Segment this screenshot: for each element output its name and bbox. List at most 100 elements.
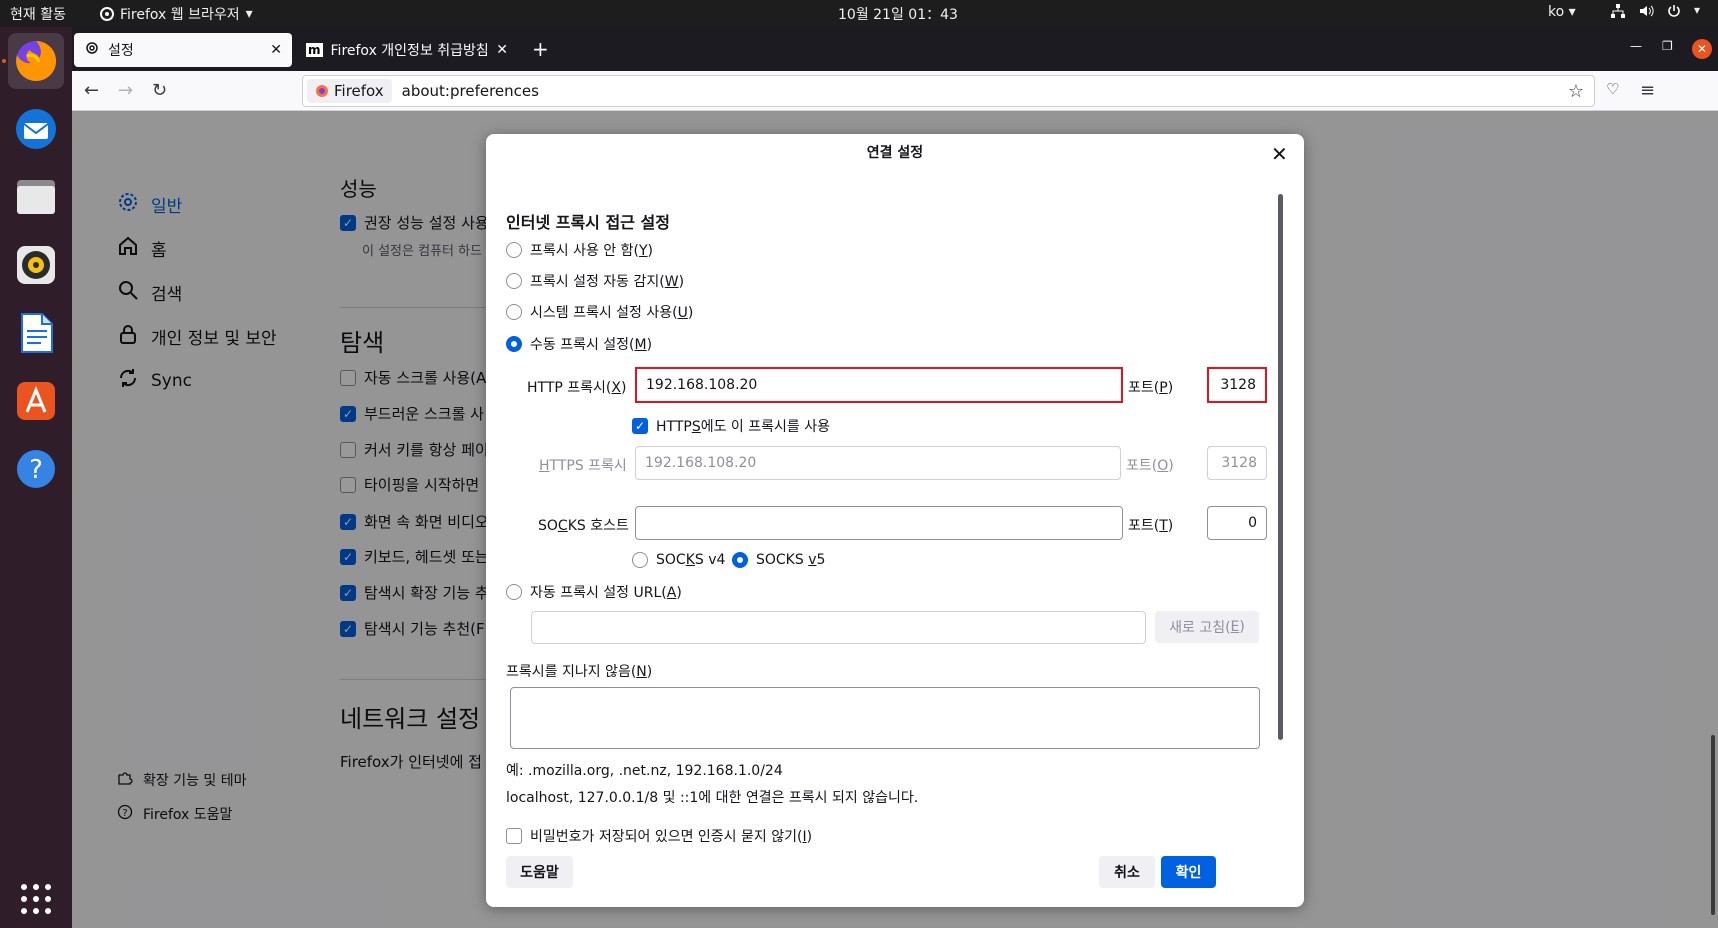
gear-icon: [84, 40, 100, 60]
socks-host-input[interactable]: [635, 506, 1123, 540]
dock-firefox[interactable]: [8, 33, 64, 89]
radio-button[interactable]: [632, 552, 648, 568]
radio-button[interactable]: [506, 273, 522, 289]
checkbox-label: HTTPS에도 이 프록시를 사용: [656, 419, 830, 435]
https-proxy-label: HTTPS 프록시: [539, 458, 627, 474]
pocket-icon[interactable]: ♡: [1606, 80, 1619, 98]
radio-socks-v4[interactable]: SOCKS v4: [632, 552, 725, 568]
chevron-down-icon: ▾: [1694, 3, 1701, 17]
localhost-note: localhost, 127.0.0.1/8 및 ::1에 대한 연결은 프록시…: [506, 790, 919, 806]
url-bar[interactable]: Firefox about:preferences ☆: [302, 75, 1595, 107]
star-icon[interactable]: ☆: [1568, 81, 1584, 102]
radio-button[interactable]: [732, 552, 748, 568]
radio-label: SOCKS v4: [656, 552, 726, 568]
writer-icon: [21, 313, 53, 353]
help-icon: ?: [17, 450, 55, 488]
reload-button[interactable]: ↻: [152, 80, 167, 101]
no-proxy-for-label: 프록시를 지나지 않음(N): [506, 664, 653, 680]
firefox-icon: [16, 40, 57, 81]
dock-writer[interactable]: [8, 305, 64, 361]
dock-app-center[interactable]: [8, 373, 64, 429]
close-icon[interactable]: ✕: [496, 42, 508, 58]
connection-settings-dialog: 연결 설정 ✕ 인터넷 프록시 접근 설정 프록시 사용 안 함(Y) 프록시 …: [486, 134, 1304, 907]
lang-label: ko: [1548, 4, 1565, 20]
use-for-https-checkbox[interactable]: ✓ HTTPS에도 이 프록시를 사용: [632, 416, 830, 436]
back-button[interactable]: ←: [84, 80, 99, 101]
radio-no-proxy[interactable]: 프록시 사용 안 함(Y): [506, 240, 653, 260]
mozilla-icon: m: [306, 43, 323, 57]
checkbox[interactable]: ✓: [632, 418, 648, 434]
socks-port-input[interactable]: 0: [1207, 506, 1267, 540]
no-proxy-for-textarea[interactable]: [510, 687, 1260, 749]
dock-help[interactable]: ?: [8, 441, 64, 497]
radio-auto-detect[interactable]: 프록시 설정 자동 감지(W): [506, 271, 684, 291]
network-icon: [1610, 3, 1626, 23]
radio-label: 시스템 프록시 설정 사용(U): [530, 305, 694, 321]
http-port-input[interactable]: 3128: [1207, 367, 1267, 403]
restore-button[interactable]: ❐: [1662, 39, 1673, 53]
dock-files[interactable]: [8, 169, 64, 225]
radio-label: 수동 프록시 설정(M): [530, 337, 653, 353]
rhythmbox-icon: [17, 246, 55, 284]
socks-host-label: SOCKS 호스트: [538, 518, 629, 534]
checkbox[interactable]: [506, 828, 522, 844]
nav-bar: ← → ↻ Firefox about:preferences ☆ ♡ ≡: [72, 71, 1718, 111]
cancel-button[interactable]: 취소: [1099, 856, 1155, 888]
forward-button[interactable]: →: [118, 80, 133, 101]
system-menu[interactable]: ▾: [1610, 3, 1700, 23]
no-auth-prompt-checkbox[interactable]: 비밀번호가 저장되어 있으면 인증시 묻지 않기(I): [506, 826, 812, 846]
dialog-title: 연결 설정: [866, 145, 924, 161]
page-scrollbar[interactable]: [1711, 735, 1715, 915]
identity-box[interactable]: Firefox: [307, 79, 392, 103]
radio-label: SOCKS v5: [756, 552, 826, 568]
example-note: 예: .mozilla.org, .net.nz, 192.168.1.0/24: [506, 763, 783, 779]
input-method[interactable]: ko ▾: [1548, 4, 1576, 20]
http-proxy-input[interactable]: 192.168.108.20: [635, 367, 1123, 403]
radio-label: 프록시 사용 안 함(Y): [530, 243, 654, 259]
radio-socks-v5[interactable]: SOCKS v5: [732, 552, 825, 568]
https-port-input[interactable]: 3128: [1207, 446, 1267, 480]
radio-button[interactable]: [506, 304, 522, 320]
dialog-scrollbar[interactable]: [1278, 194, 1283, 740]
close-icon[interactable]: ✕: [1271, 142, 1288, 166]
tab-settings[interactable]: 설정 ✕: [74, 33, 292, 67]
radio-button[interactable]: [506, 242, 522, 258]
ubuntu-dock: ?: [0, 27, 72, 928]
files-icon: [17, 180, 55, 214]
checkbox-label: 비밀번호가 저장되어 있으면 인증시 묻지 않기(I): [530, 829, 813, 845]
tab-label: Firefox 개인정보 취급방침: [330, 43, 489, 59]
auto-proxy-url-input[interactable]: [531, 611, 1146, 644]
thunderbird-icon: [16, 109, 56, 149]
radio-button[interactable]: [506, 336, 522, 352]
menu-icon[interactable]: ≡: [1640, 80, 1655, 101]
ok-button[interactable]: 확인: [1161, 856, 1216, 888]
new-tab-button[interactable]: +: [532, 37, 549, 61]
volume-icon: [1638, 3, 1654, 23]
clock[interactable]: 10월 21일 01：43: [838, 4, 958, 24]
show-apps-icon: [21, 884, 51, 914]
app-name: Firefox 웹 브라우저: [120, 7, 240, 23]
radio-auto-proxy-url[interactable]: 자동 프록시 설정 URL(A): [506, 582, 682, 602]
window-close-button[interactable]: ✕: [1692, 39, 1712, 59]
close-icon[interactable]: ✕: [270, 42, 282, 58]
https-port-label: 포트(O): [1126, 458, 1174, 474]
reload-button[interactable]: 새로 고침(E): [1155, 611, 1259, 643]
https-proxy-input[interactable]: 192.168.108.20: [635, 446, 1121, 480]
radio-label: 프록시 설정 자동 감지(W): [530, 274, 685, 290]
svg-text:?: ?: [29, 455, 43, 485]
radio-system-proxy[interactable]: 시스템 프록시 설정 사용(U): [506, 302, 693, 322]
firefox-small-icon: [100, 7, 114, 21]
app-menu[interactable]: Firefox 웹 브라우저 ▾: [100, 4, 253, 24]
radio-label: 자동 프록시 설정 URL(A): [530, 585, 682, 601]
radio-button[interactable]: [506, 584, 522, 600]
tab-privacy-policy[interactable]: m Firefox 개인정보 취급방침 ✕: [296, 33, 518, 67]
firefox-icon: [316, 85, 328, 97]
minimize-button[interactable]: —: [1630, 39, 1642, 53]
dock-rhythmbox[interactable]: [8, 237, 64, 293]
dock-show-apps[interactable]: [8, 871, 64, 927]
activities-button[interactable]: 현재 활동: [10, 4, 66, 24]
url-text[interactable]: about:preferences: [402, 82, 539, 100]
dock-thunderbird[interactable]: [8, 101, 64, 157]
radio-manual-proxy[interactable]: 수동 프록시 설정(M): [506, 334, 652, 354]
help-button[interactable]: 도움말: [506, 856, 573, 888]
